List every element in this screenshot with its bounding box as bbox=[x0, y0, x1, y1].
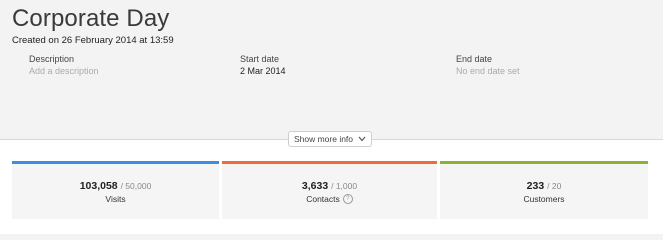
page-title: Corporate Day bbox=[12, 5, 170, 32]
start-date-label: Start date bbox=[240, 54, 280, 64]
stat-visits-numbers: 103,058 / 50,000 bbox=[80, 180, 152, 192]
chevron-down-icon bbox=[358, 136, 366, 142]
stat-visits-value: 103,058 bbox=[79, 179, 118, 192]
show-more-info-button[interactable]: Show more info bbox=[288, 131, 372, 147]
help-icon[interactable]: ? bbox=[342, 193, 353, 204]
stat-visits-target: / 50,000 bbox=[120, 180, 152, 191]
stat-contacts-value: 3,633 bbox=[301, 179, 329, 192]
end-date-value[interactable]: No end date set bbox=[456, 66, 520, 76]
stat-customers-label: Customers bbox=[523, 194, 564, 204]
show-more-info-label: Show more info bbox=[293, 134, 354, 144]
description-field: Description Add a description bbox=[29, 54, 99, 76]
description-label: Description bbox=[29, 54, 75, 64]
stat-customers-target: / 20 bbox=[547, 180, 562, 191]
start-date-value[interactable]: 2 Mar 2014 bbox=[240, 66, 286, 76]
end-date-field: End date No end date set bbox=[456, 54, 520, 76]
start-date-field: Start date 2 Mar 2014 bbox=[240, 54, 286, 76]
stat-card-visits[interactable]: 103,058 / 50,000 Visits bbox=[12, 161, 219, 219]
stat-visits-label-text: Visits bbox=[105, 193, 126, 204]
stat-contacts-label-text: Contacts bbox=[306, 193, 340, 204]
stat-customers-label-text: Customers bbox=[523, 193, 565, 204]
description-input[interactable]: Add a description bbox=[29, 66, 99, 76]
stat-card-customers[interactable]: 233 / 20 Customers bbox=[440, 161, 648, 219]
stat-visits-label: Visits bbox=[105, 194, 125, 204]
stat-contacts-label: Contacts ? bbox=[306, 193, 353, 204]
stat-contacts-numbers: 3,633 / 1,000 bbox=[302, 180, 357, 192]
stat-customers-value: 233 bbox=[526, 179, 545, 192]
end-date-label: End date bbox=[456, 54, 493, 64]
created-timestamp: Created on 26 February 2014 at 13:59 bbox=[12, 35, 174, 46]
stat-customers-numbers: 233 / 20 bbox=[527, 180, 562, 192]
stat-contacts-target: / 1,000 bbox=[331, 180, 358, 191]
stat-card-contacts[interactable]: 3,633 / 1,000 Contacts ? bbox=[222, 161, 437, 219]
